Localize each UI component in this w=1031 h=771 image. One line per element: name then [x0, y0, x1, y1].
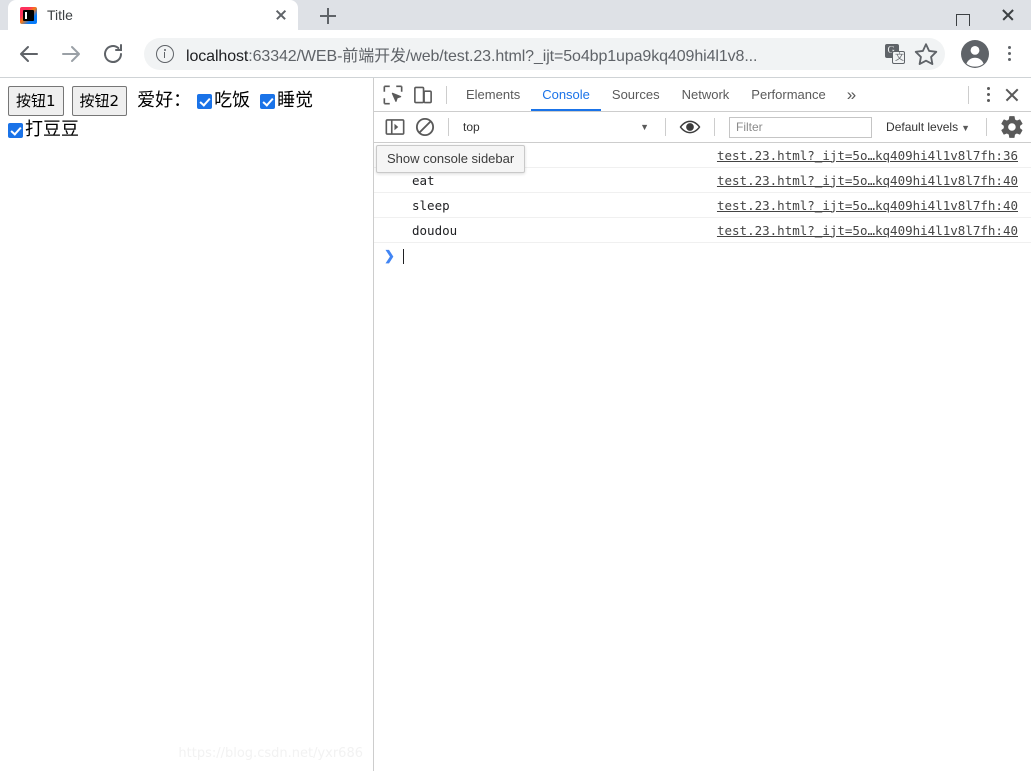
- console-prompt[interactable]: ❯: [374, 243, 1031, 269]
- tab-title: Title: [47, 7, 73, 23]
- page-row-controls-2: 打豆豆: [8, 121, 373, 139]
- tab-close-icon[interactable]: [272, 6, 290, 24]
- console-message-source-link[interactable]: test.23.html?_ijt=5o…kq409hi4l1v8l7fh:40: [717, 173, 1031, 188]
- devtools-close-icon[interactable]: [999, 82, 1025, 108]
- page-row-controls: 按钮1 按钮2 爱好： 吃饭 睡觉: [8, 86, 373, 116]
- translate-icon[interactable]: G 文: [883, 42, 907, 66]
- console-message-row-4[interactable]: doudou test.23.html?_ijt=5o…kq409hi4l1v8…: [374, 218, 1031, 243]
- address-bar[interactable]: localhost:63342/WEB-前端开发/web/test.23.htm…: [144, 37, 945, 70]
- web-page-viewport: 按钮1 按钮2 爱好： 吃饭 睡觉 打豆豆 https://blog.csdn.: [0, 78, 374, 771]
- tab-performance[interactable]: Performance: [740, 78, 836, 111]
- tab-sources[interactable]: Sources: [601, 78, 671, 111]
- console-message-text: doudou: [412, 222, 458, 238]
- console-sidebar-tooltip: Show console sidebar: [376, 145, 526, 173]
- devtools-tabbar-right: [960, 82, 1031, 108]
- log-levels-label: Default levels: [886, 120, 959, 134]
- console-message-list[interactable]: test.23.html?_ijt=5o…kq409hi4l1v8l7fh:36…: [374, 143, 1031, 771]
- console-filter-input[interactable]: [729, 116, 873, 138]
- console-message-text: eat: [412, 172, 435, 188]
- profile-avatar[interactable]: [959, 38, 991, 70]
- translate-glyph-cjk: 文: [895, 51, 905, 62]
- console-divider-1: [448, 118, 449, 136]
- checkbox-eat[interactable]: [197, 93, 213, 109]
- tab-network[interactable]: Network: [671, 78, 741, 111]
- console-message-text: sleep: [412, 197, 450, 213]
- log-levels-select[interactable]: Default levels ▼: [878, 120, 978, 134]
- new-tab-button[interactable]: [314, 2, 342, 30]
- url-path: :63342/WEB-前端开发/web/test.23.html?_ijt=5o…: [248, 47, 758, 65]
- clear-console-icon[interactable]: [412, 114, 438, 140]
- prompt-caret-icon: ❯: [384, 248, 395, 263]
- bookmark-star-icon[interactable]: [913, 41, 939, 67]
- window-maximize-icon[interactable]: [939, 0, 985, 26]
- more-tabs-chevron-icon[interactable]: »: [837, 80, 866, 110]
- back-button[interactable]: [13, 38, 45, 70]
- tab-strip: Title: [0, 0, 1031, 30]
- toolbar-divider: [446, 85, 447, 104]
- toolbar-divider-right: [968, 85, 969, 104]
- console-divider-2: [665, 118, 666, 136]
- reload-button[interactable]: [97, 38, 129, 70]
- console-message-source-link[interactable]: test.23.html?_ijt=5o…kq409hi4l1v8l7fh:40: [717, 198, 1031, 213]
- execution-context-select[interactable]: top ▼: [457, 120, 657, 134]
- checkbox-group-sleep[interactable]: 睡觉: [260, 92, 313, 110]
- prompt-text-cursor: [402, 248, 404, 264]
- checkbox-doudou[interactable]: [8, 122, 23, 138]
- console-sidebar-toggle-icon[interactable]: [382, 114, 408, 140]
- checkbox-sleep-label: 睡觉: [277, 90, 314, 111]
- tab-console[interactable]: Console: [531, 78, 601, 111]
- chevron-down-icon: ▼: [640, 122, 649, 132]
- console-divider-3: [714, 118, 715, 136]
- chevron-down-icon-levels: ▼: [961, 123, 970, 133]
- inspect-element-icon[interactable]: [380, 82, 406, 108]
- watermark: https://blog.csdn.net/yxr686: [178, 746, 363, 761]
- site-info-icon[interactable]: [156, 44, 174, 63]
- devtools-tabbar: Elements Console Sources Network Perform…: [374, 78, 1031, 112]
- browser-toolbar: localhost:63342/WEB-前端开发/web/test.23.htm…: [0, 30, 1031, 78]
- checkbox-sleep[interactable]: [260, 93, 276, 109]
- intellij-idea-favicon-icon: [20, 6, 37, 24]
- tab-elements[interactable]: Elements: [455, 78, 531, 111]
- checkbox-eat-label: 吃饭: [214, 90, 251, 111]
- window-controls: [939, 0, 1031, 30]
- console-divider-4: [986, 118, 987, 136]
- device-toolbar-icon[interactable]: [410, 82, 436, 108]
- gear-icon[interactable]: [999, 114, 1025, 140]
- console-message-source-link[interactable]: test.23.html?_ijt=5o…kq409hi4l1v8l7fh:40: [717, 223, 1031, 238]
- checkbox-group-eat[interactable]: 吃饭: [197, 92, 250, 110]
- console-message-source-link[interactable]: test.23.html?_ijt=5o…kq409hi4l1v8l7fh:36: [717, 148, 1031, 163]
- live-expression-eye-icon[interactable]: [678, 115, 702, 139]
- button-2[interactable]: 按钮2: [71, 86, 128, 116]
- content-area: 按钮1 按钮2 爱好： 吃饭 睡觉 打豆豆 https://blog.csdn.: [0, 78, 1031, 771]
- execution-context-value: top: [463, 120, 480, 134]
- url-text: localhost:63342/WEB-前端开发/web/test.23.htm…: [186, 42, 883, 66]
- url-host: localhost: [186, 47, 249, 65]
- button-1[interactable]: 按钮1: [8, 86, 64, 116]
- devtools-menu-icon[interactable]: [977, 82, 999, 108]
- devtools-panel: Elements Console Sources Network Perform…: [374, 78, 1031, 771]
- checkbox-group-doudou[interactable]: 打豆豆: [8, 121, 79, 139]
- window-close-icon[interactable]: [985, 0, 1031, 22]
- console-toolbar: top ▼ Default levels▼: [374, 112, 1031, 143]
- browser-tab[interactable]: Title: [8, 0, 298, 30]
- forward-button[interactable]: [55, 38, 87, 70]
- hobby-label: 爱好：: [137, 90, 192, 111]
- console-message-row-3[interactable]: sleep test.23.html?_ijt=5o…kq409hi4l1v8l…: [374, 193, 1031, 218]
- checkbox-doudou-label: 打豆豆: [25, 119, 79, 140]
- chrome-menu-icon[interactable]: [995, 38, 1023, 70]
- browser-window: Title localhost:63342/WEB-前端开发/web/test.…: [0, 0, 1031, 771]
